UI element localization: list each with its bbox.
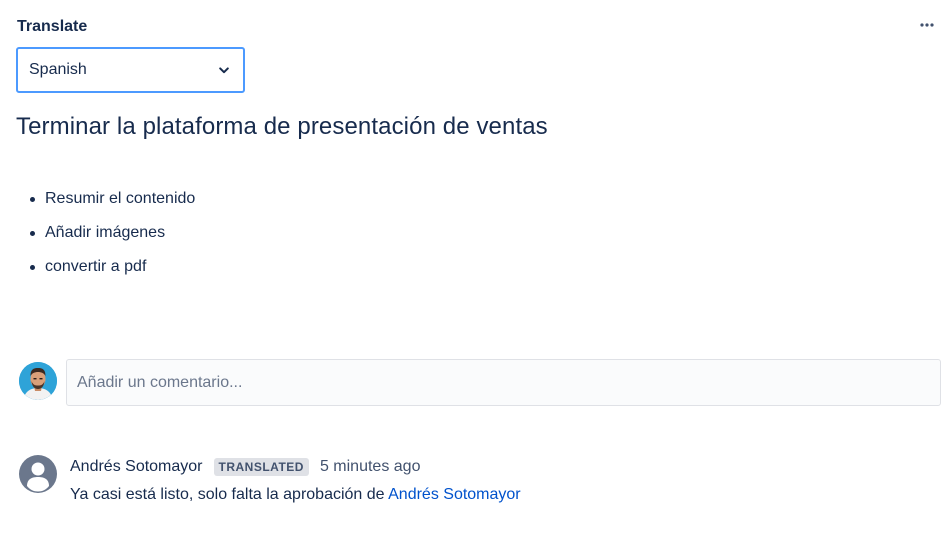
default-user-avatar-icon [19,455,57,493]
language-select-value: Spanish [29,61,87,78]
current-user-avatar[interactable] [19,362,57,400]
chevron-down-icon [219,66,229,74]
user-mention-link[interactable]: Andrés Sotomayor [388,486,521,503]
panel-title: Translate [17,18,88,35]
list-item-label: Añadir imágenes [45,224,166,241]
more-horizontal-icon [920,23,934,27]
bullet-icon [30,231,35,236]
translated-badge: TRANSLATED [213,458,309,476]
bullet-icon [30,197,35,202]
comment-body: Ya casi está listo, solo falta la aproba… [70,486,521,504]
bullet-list: Resumir el contenido Añadir imágenes con… [0,187,195,289]
list-item: convertir a pdf [0,255,195,289]
bullet-icon [30,265,35,270]
language-select[interactable]: Spanish [16,47,245,93]
comment-timestamp: 5 minutes ago [319,458,421,475]
list-item: Resumir el contenido [0,187,195,221]
list-item: Añadir imágenes [0,221,195,255]
more-actions-button[interactable] [916,14,938,36]
comment-header: Andrés Sotomayor TRANSLATED 5 minutes ag… [70,458,420,476]
comment-body-text: Ya casi está listo, solo falta la aproba… [70,486,389,503]
list-item-label: convertir a pdf [45,258,147,275]
list-item-label: Resumir el contenido [45,190,196,207]
comment-input[interactable] [66,359,941,406]
page-heading: Terminar la plataforma de presentación d… [16,113,548,140]
comment-author[interactable]: Andrés Sotomayor [70,458,203,476]
